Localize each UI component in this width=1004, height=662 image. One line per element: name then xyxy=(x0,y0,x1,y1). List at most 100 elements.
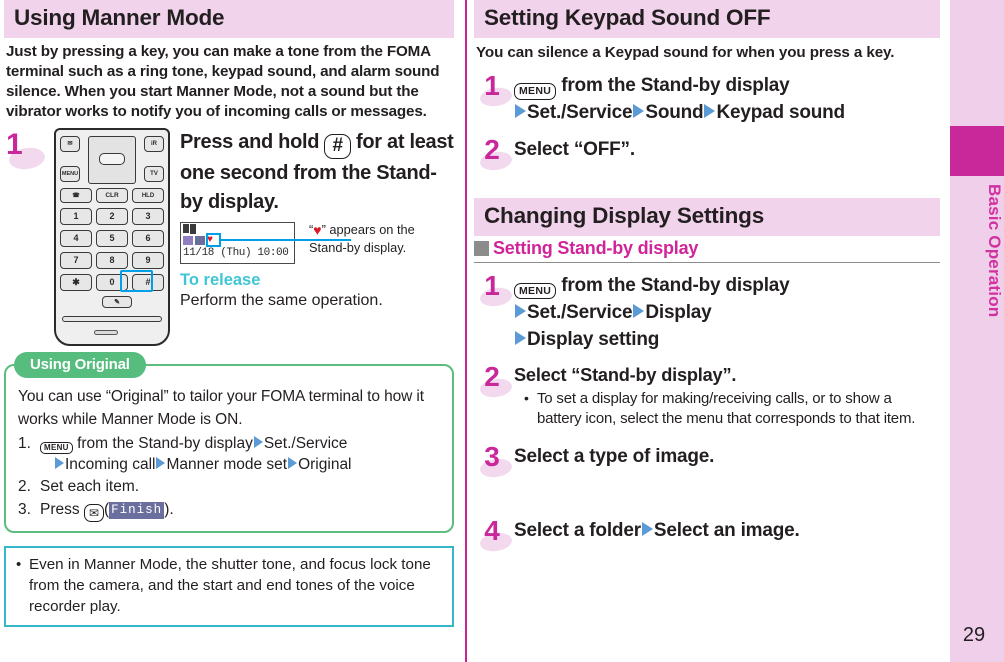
note-box: • Even in Manner Mode, the shutter tone,… xyxy=(4,546,454,628)
step-text-a: Select a folder xyxy=(514,520,641,542)
phone-key-hash: # xyxy=(132,274,164,292)
to-release-body: Perform the same operation. xyxy=(180,292,383,309)
arrow-icon xyxy=(515,330,526,345)
sub-section-header: Setting Stand-by display xyxy=(474,238,940,263)
phone-key-clr: CLR xyxy=(96,188,128,204)
list-item: 3. Press ✉(Finish). xyxy=(18,499,442,522)
arrow-icon xyxy=(704,104,716,119)
bullet-icon: • xyxy=(16,556,22,573)
step-keypad-1-content: MENU from the Stand-by display Set./Serv… xyxy=(514,72,940,127)
phone-key-0: 0 xyxy=(96,274,128,292)
step-display-2-content: Select “Stand-by display”. • To set a di… xyxy=(514,363,940,429)
step-text-a: from the Stand-by display xyxy=(561,75,790,97)
arrow-icon xyxy=(515,303,526,318)
mail-key-icon: ✉ xyxy=(83,503,104,522)
menu-key-icon: MENU xyxy=(514,83,557,100)
side-tab-marker-block xyxy=(950,126,1004,176)
list-item: 2. Set each item. xyxy=(18,476,442,497)
phone-key-3: 3 xyxy=(132,208,164,226)
step-number-digit: 1 xyxy=(6,128,23,162)
step-2-note: • To set a display for making/receiving … xyxy=(514,389,940,429)
list-content: Press ✉(Finish). xyxy=(40,499,442,522)
callout-connector-line xyxy=(221,239,351,242)
phone-key-camera: ✎ xyxy=(102,296,132,309)
using-original-box: Using Original You can use “Original” to… xyxy=(4,352,454,533)
arrow-icon xyxy=(633,303,645,318)
step-text-c: Display xyxy=(645,301,712,323)
heart-icon-highlight-box xyxy=(206,233,221,247)
press-label: Press xyxy=(40,500,80,518)
list-marker: 3. xyxy=(18,500,31,518)
step-number-marker: 2 xyxy=(474,360,514,403)
step-text-c: Sound xyxy=(645,102,704,124)
step-text-b: Set./Service xyxy=(527,301,633,323)
list-item: 1. MENU from the Stand-by display Set./Se… xyxy=(18,433,442,476)
step-display-3: 3 Select a type of image. xyxy=(474,443,940,483)
step-number-digit: 2 xyxy=(484,360,500,392)
phone-key-star: ✱ xyxy=(60,274,92,292)
list-text-c: Incoming call xyxy=(65,456,156,474)
section-2-wrapper: Changing Display Settings Setting Stand-… xyxy=(474,198,940,263)
phone-key-center xyxy=(99,153,125,166)
step-number-digit: 1 xyxy=(484,70,500,102)
phone-key-menu: MENU xyxy=(60,166,80,183)
step-number-digit: 3 xyxy=(484,441,500,473)
square-bullet-icon xyxy=(474,240,489,256)
intro-paragraph-manner-mode: Just by pressing a key, you can make a t… xyxy=(6,42,440,121)
section-title-display-settings: Changing Display Settings xyxy=(474,198,940,236)
arrow-icon xyxy=(253,435,263,448)
hash-key-icon: # xyxy=(324,134,351,160)
list-content: Set each item. xyxy=(40,478,140,496)
step-keypad-2: 2 Select “OFF”. xyxy=(474,136,940,176)
step-display-4-content: Select a folder Select an image. xyxy=(514,517,940,545)
step-text-d: Keypad sound xyxy=(716,102,845,124)
phone-key-mail-icon: ✉ xyxy=(60,136,80,153)
to-release-heading: To release xyxy=(180,271,261,289)
arrow-icon xyxy=(641,522,653,537)
using-original-body: You can use “Original” to tailor your FO… xyxy=(18,388,424,428)
list-text-e: Original xyxy=(298,456,352,474)
step-1-content: Press and hold # for at least one second… xyxy=(174,128,454,311)
phone-key-6: 6 xyxy=(132,230,164,248)
web-icon xyxy=(183,235,193,245)
phone-hinge xyxy=(62,316,162,323)
intro-paragraph-keypad-sound: You can silence a Keypad sound for when … xyxy=(476,43,895,61)
step-number-digit: 1 xyxy=(484,269,500,301)
soft-close-paren: ). xyxy=(164,500,174,518)
mail-status-icon xyxy=(195,235,205,245)
using-original-tab-label: Using Original xyxy=(14,352,146,379)
side-tab: Basic Operation 29 xyxy=(950,0,1004,662)
step-text-d: Display setting xyxy=(527,328,660,350)
step-number-marker: 1 xyxy=(474,269,514,312)
arrow-icon xyxy=(288,457,298,470)
step-text-b: Select an image. xyxy=(653,520,800,542)
softkey-finish-label: Finish xyxy=(109,501,165,520)
arrow-icon xyxy=(156,457,166,470)
step-text-a: from the Stand-by display xyxy=(561,274,790,296)
menu-key-icon: MENU xyxy=(40,441,73,454)
phone-key-7: 7 xyxy=(60,252,92,270)
list-text-b: Set./Service xyxy=(263,434,348,452)
list-marker: 2. xyxy=(18,478,31,496)
step-number-marker: 3 xyxy=(474,443,514,483)
arrow-icon xyxy=(515,104,526,119)
manual-page: Using Manner Mode Just by pressing a key… xyxy=(0,0,1004,662)
using-original-steps: 1. MENU from the Stand-by display Set./Se… xyxy=(18,433,442,522)
note-text: Even in Manner Mode, the shutter tone, a… xyxy=(29,556,431,615)
bullet-icon: • xyxy=(524,390,529,407)
left-column: Using Manner Mode Just by pressing a key… xyxy=(0,0,462,662)
step-text-b: Set./Service xyxy=(527,102,633,124)
step-number-marker: 1 xyxy=(4,128,50,178)
step-number-marker: 2 xyxy=(474,136,514,176)
menu-key-icon: MENU xyxy=(514,282,557,300)
step-keypad-1: 1 MENU from the Stand-by display Set./Se… xyxy=(474,72,940,127)
sub-section-title: Setting Stand-by display xyxy=(493,237,699,258)
phone-key-4: 4 xyxy=(60,230,92,248)
phone-key-8: 8 xyxy=(96,252,128,270)
phone-key-ir-icon: iR xyxy=(144,136,164,153)
step-1-lead-before: Press and hold xyxy=(180,131,320,154)
column-divider xyxy=(465,0,467,662)
phone-key-send: ☎ xyxy=(60,188,92,204)
phone-navigation-pad xyxy=(88,136,136,185)
phone-key-9: 9 xyxy=(132,252,164,270)
